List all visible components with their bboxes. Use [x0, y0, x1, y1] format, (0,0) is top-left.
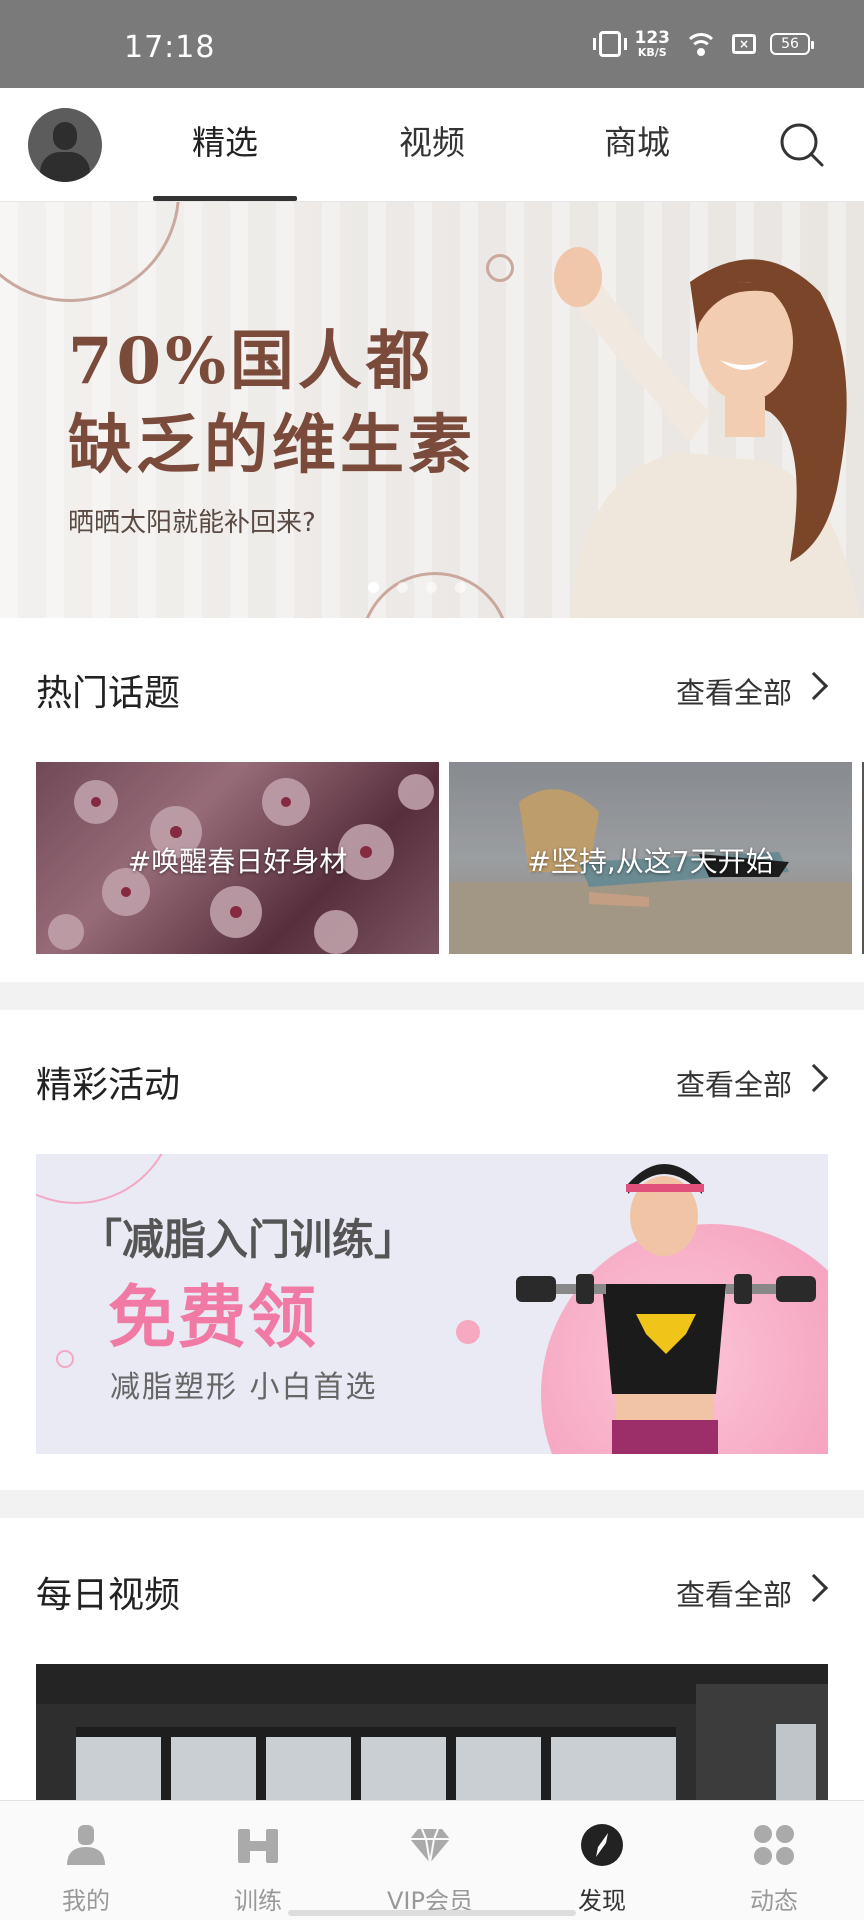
video-thumbnail[interactable]: [36, 1664, 828, 1800]
carousel-dot[interactable]: [426, 582, 437, 593]
banner-subtitle: 晒晒太阳就能补回来?: [68, 508, 316, 538]
nav-item-vip[interactable]: VIP会员: [344, 1801, 516, 1920]
top-nav: 精选 视频 商城: [0, 88, 864, 202]
network-speed-unit: KB/S: [637, 46, 667, 59]
activity-highlight: 免费领: [108, 1278, 319, 1358]
vibrate-icon: [592, 31, 627, 57]
compass-icon: [581, 1824, 623, 1866]
decor-dot: [456, 1320, 480, 1344]
bottom-nav: 我的 训练 VIP会员 发现 动态: [0, 1800, 864, 1920]
avatar[interactable]: [28, 108, 102, 182]
carousel-dot[interactable]: [368, 582, 379, 593]
nav-item-training[interactable]: 训练: [172, 1801, 344, 1920]
decor-ring: [486, 254, 514, 282]
tab-mall[interactable]: 商城: [565, 88, 709, 202]
view-all-link[interactable]: 查看全部: [676, 1572, 792, 1614]
view-all-link[interactable]: 查看全部: [676, 1062, 792, 1104]
activity-subtitle: 减脂塑形 小白首选: [110, 1370, 378, 1405]
tab-featured[interactable]: 精选: [153, 88, 297, 202]
network-speed: 123 KB/S: [634, 28, 671, 59]
nav-item-discover[interactable]: 发现: [516, 1801, 688, 1920]
section-title: 每日视频: [36, 1575, 181, 1616]
carousel-dots: [368, 582, 466, 593]
status-icons: 123 KB/S × 56: [592, 28, 814, 59]
battery-icon: 56: [770, 33, 814, 55]
gym-window-image: [36, 1664, 828, 1800]
nav-label: 我的: [62, 1887, 110, 1915]
trainer-woman-image: [516, 1164, 816, 1454]
person-icon: [67, 1825, 105, 1865]
network-speed-value: 123: [634, 28, 671, 48]
tab-videos[interactable]: 视频: [360, 88, 504, 202]
topic-card[interactable]: #唤醒春日好身材: [36, 762, 439, 954]
apps-icon: [754, 1825, 794, 1865]
chevron-right-icon[interactable]: [799, 1063, 829, 1093]
status-bar: 17:18 123 KB/S × 56: [0, 0, 864, 88]
chevron-right-icon[interactable]: [799, 671, 829, 701]
search-icon[interactable]: [780, 123, 824, 167]
diamond-icon: [410, 1828, 450, 1864]
home-indicator[interactable]: [288, 1910, 576, 1916]
daily-video-header: 每日视频 查看全部: [36, 1566, 829, 1626]
banner-title-line1: 70%国人都: [68, 324, 434, 399]
carousel-dot[interactable]: [455, 582, 466, 593]
view-all-link[interactable]: 查看全部: [676, 670, 792, 712]
nav-label: 动态: [750, 1887, 798, 1915]
banner-woman-image: [554, 247, 860, 618]
decor-ring: [56, 1350, 74, 1368]
nav-item-feed[interactable]: 动态: [688, 1801, 860, 1920]
banner-title-line2: 缺乏的维生素: [68, 408, 476, 483]
decor-ring: [36, 1154, 176, 1204]
activity-banner[interactable]: 「减脂入门训练」 免费领 减脂塑形 小白首选: [36, 1154, 828, 1454]
topic-card[interactable]: #坚持,从这7天开始: [449, 762, 852, 954]
wifi-icon: [684, 31, 718, 57]
topic-label: #唤醒春日好身材: [127, 845, 348, 878]
section-title: 热门话题: [36, 673, 181, 714]
carousel-dot[interactable]: [397, 582, 408, 593]
chevron-right-icon[interactable]: [799, 1573, 829, 1603]
section-divider: [0, 1490, 864, 1518]
no-sim-icon: ×: [732, 34, 756, 54]
activities-header: 精彩活动 查看全部: [36, 1056, 829, 1116]
nav-item-me[interactable]: 我的: [0, 1801, 172, 1920]
section-divider: [0, 982, 864, 1010]
section-title: 精彩活动: [36, 1065, 181, 1106]
activity-title: 「减脂入门训练」: [80, 1215, 417, 1264]
topic-label: #坚持,从这7天开始: [527, 845, 774, 878]
hot-topics-header: 热门话题 查看全部: [36, 664, 829, 724]
tab-indicator: [153, 196, 297, 201]
status-time: 17:18: [124, 30, 216, 65]
promo-banner[interactable]: 70%国人都 缺乏的维生素 晒晒太阳就能补回来?: [0, 202, 864, 618]
dumbbell-icon: [238, 1829, 278, 1863]
